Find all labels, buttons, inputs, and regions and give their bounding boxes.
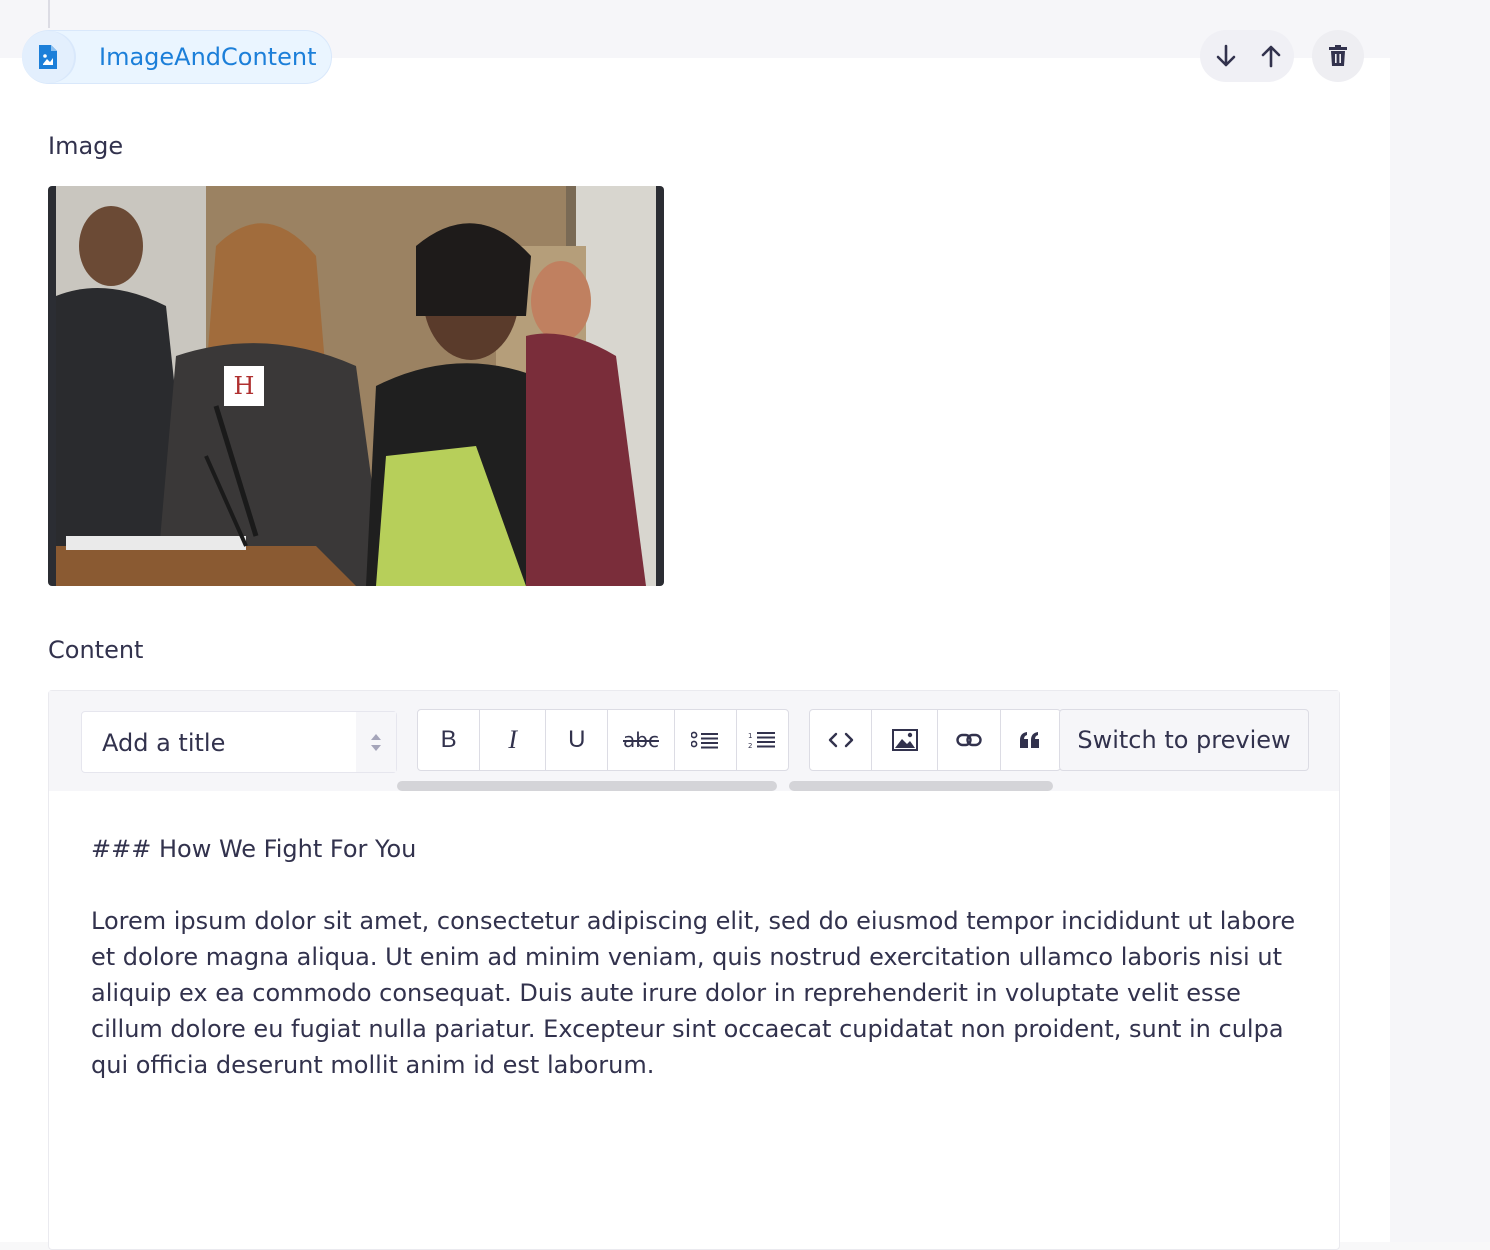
- heading-select[interactable]: Add a title: [81, 711, 397, 773]
- bold-button[interactable]: B: [418, 710, 481, 770]
- image-preview[interactable]: H: [48, 186, 664, 586]
- insert-image-button[interactable]: [872, 710, 939, 770]
- content-heading-line: ### How We Fight For You: [91, 835, 417, 863]
- image-file-icon: [22, 31, 74, 83]
- switch-to-preview-button[interactable]: Switch to preview: [1059, 709, 1309, 771]
- insert-button-group: [809, 709, 1061, 771]
- svg-text:H: H: [234, 372, 255, 400]
- editor-toolbar: Add a title B I U abc 1 2 Switch to prev…: [49, 691, 1339, 791]
- strikethrough-icon: abc: [623, 728, 659, 752]
- link-button[interactable]: [938, 710, 1001, 770]
- quote-icon: [1020, 732, 1040, 748]
- right-background: [1390, 0, 1490, 1242]
- markdown-editor: Add a title B I U abc 1 2 Switch to prev…: [48, 690, 1340, 1250]
- bulleted-list-button[interactable]: [675, 710, 737, 770]
- svg-text:2: 2: [748, 742, 752, 749]
- underline-button[interactable]: U: [546, 710, 609, 770]
- content-field-label: Content: [48, 636, 144, 664]
- underline-icon: U: [568, 726, 586, 753]
- bulleted-list-icon: [691, 731, 719, 749]
- block-name-pill[interactable]: ImageAndContent: [22, 30, 332, 84]
- quote-button[interactable]: [1001, 710, 1060, 770]
- svg-text:1: 1: [748, 732, 752, 740]
- format-button-group: B I U abc 1 2: [417, 709, 789, 771]
- image-field-label: Image: [48, 132, 124, 160]
- select-caret-icon: [356, 712, 396, 772]
- arrow-up-icon: [1261, 45, 1281, 68]
- code-button[interactable]: [810, 710, 873, 770]
- numbered-list-button[interactable]: 1 2: [737, 710, 788, 770]
- block-name-label: ImageAndContent: [99, 43, 317, 71]
- press-conference-photo: H: [56, 186, 656, 586]
- content-paragraph: Lorem ipsum dolor sit amet, consectetur …: [91, 907, 1296, 1079]
- toolbar-scrollbar-2[interactable]: [789, 781, 1053, 791]
- bold-icon: B: [440, 726, 457, 753]
- numbered-list-icon: 1 2: [748, 732, 776, 749]
- arrow-down-icon: [1216, 44, 1236, 67]
- image-icon: [891, 729, 918, 751]
- delete-block-button[interactable]: [1312, 30, 1364, 82]
- code-icon: [828, 732, 853, 748]
- move-up-button[interactable]: [1245, 30, 1297, 82]
- editor-textarea[interactable]: ### How We Fight For You Lorem ipsum dol…: [91, 831, 1311, 1083]
- italic-button[interactable]: I: [480, 710, 547, 770]
- connector-line: [48, 0, 50, 28]
- italic-icon: I: [508, 725, 518, 754]
- heading-select-value: Add a title: [102, 729, 226, 757]
- toolbar-scrollbar-1[interactable]: [397, 781, 777, 791]
- strikethrough-button[interactable]: abc: [608, 710, 675, 770]
- link-icon: [956, 733, 982, 747]
- trash-icon: [1329, 45, 1347, 66]
